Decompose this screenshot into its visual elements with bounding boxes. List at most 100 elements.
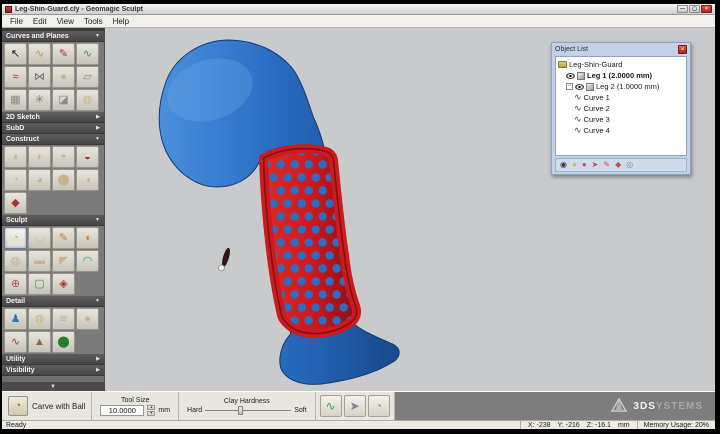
object-list-titlebar[interactable]: Object List × bbox=[552, 43, 690, 55]
draw-curve-tool-icon: ∿ bbox=[34, 47, 45, 60]
sphere-primitive-tool-button[interactable]: ● bbox=[52, 66, 75, 88]
coord-unit: mm bbox=[617, 421, 630, 429]
smooth-ball-tool-button[interactable]: ● bbox=[76, 308, 99, 330]
round-clay-tool-button[interactable]: ◓ bbox=[52, 146, 75, 168]
menu-help[interactable]: Help bbox=[108, 17, 134, 26]
pin-c-icon[interactable]: ◆ bbox=[615, 161, 621, 169]
pin-cursor-button[interactable]: ➤ bbox=[343, 395, 366, 417]
measure-tool-button[interactable]: ∿ bbox=[319, 395, 342, 417]
slider-thumb[interactable] bbox=[237, 405, 243, 415]
texture-ball-tool-button[interactable]: ◍ bbox=[28, 308, 51, 330]
section-plane-tool-button[interactable]: ◪ bbox=[52, 89, 75, 111]
inspect-icon[interactable]: ◎ bbox=[626, 161, 633, 169]
grid-plane-tool-button[interactable]: ▦ bbox=[4, 89, 27, 111]
section-sculpt[interactable]: Sculpt ▼ bbox=[2, 215, 104, 226]
ball-view-button[interactable]: ◔ bbox=[367, 395, 390, 417]
inflate-clay-tool-button[interactable]: ◕ bbox=[28, 169, 51, 191]
symmetry-tool-button[interactable]: ◈ bbox=[52, 273, 75, 295]
clay-hardness-slider[interactable] bbox=[205, 405, 292, 415]
add-clay-tool-button[interactable]: ◖ bbox=[4, 146, 27, 168]
tree-item-leg-shin-guard[interactable]: Leg-Shin-Guard bbox=[558, 59, 685, 70]
scrape-clay-tool-button[interactable]: ◤ bbox=[52, 250, 75, 272]
tree-item-curve-2[interactable]: ∿ Curve 2 bbox=[574, 103, 685, 114]
merge-clay-tool-button[interactable]: ⬤ bbox=[52, 169, 75, 191]
carve-tool-cursor[interactable] bbox=[218, 247, 231, 272]
toolbox-scroll-down[interactable]: ▼ bbox=[2, 382, 104, 391]
pin-a-icon[interactable]: ➤ bbox=[592, 161, 599, 169]
shin-guard-mesh[interactable] bbox=[259, 144, 362, 339]
tree-item-leg-1-2-0000-mm[interactable]: Leg 1 (2.0000 mm) bbox=[566, 70, 685, 81]
edit-curve-tool-button[interactable]: ✎ bbox=[52, 43, 75, 65]
tree-item-curve-4[interactable]: ∿ Curve 4 bbox=[574, 125, 685, 136]
pose-tool-button[interactable]: ♟ bbox=[4, 308, 27, 330]
brand-light: YSTEMS bbox=[655, 400, 703, 412]
merge-clay-tool-icon: ⬤ bbox=[57, 173, 70, 186]
section-construct[interactable]: Construct ▼ bbox=[2, 134, 104, 145]
ball-primitive-tool-button[interactable]: ◍ bbox=[76, 89, 99, 111]
menu-tools[interactable]: Tools bbox=[79, 17, 108, 26]
flatten-clay-tool-icon: ▬ bbox=[34, 254, 45, 267]
carve-with-ball-tool-button[interactable]: ◔ bbox=[4, 227, 27, 249]
tree-item-leg-2-1-0000-mm[interactable]: − Leg 2 (1.0000 mm) bbox=[566, 81, 685, 92]
section-subd[interactable]: SubD ▶ bbox=[2, 123, 104, 134]
flatten-clay-tool-button[interactable]: ▬ bbox=[28, 250, 51, 272]
stepper-up-icon[interactable]: ▲ bbox=[147, 404, 156, 410]
offset-clay-tool-icon: ◔ bbox=[12, 173, 19, 186]
inflate-clay-tool-icon: ◕ bbox=[36, 173, 43, 186]
section-utility[interactable]: Utility ▶ bbox=[2, 354, 104, 365]
add-sphere-tool-button[interactable]: ⊕ bbox=[4, 273, 27, 295]
chevron-right-icon: ▶ bbox=[96, 367, 100, 373]
plane-tool-button[interactable]: ▱ bbox=[76, 66, 99, 88]
cut-clay-tool-button[interactable]: ◒ bbox=[76, 146, 99, 168]
deform-clay-tool-button[interactable]: ◠ bbox=[76, 250, 99, 272]
hard-label: Hard bbox=[187, 406, 203, 414]
tree-item-label: Leg 2 (1.0000 mm) bbox=[596, 82, 660, 91]
tree-item-curve-3[interactable]: ∿ Curve 3 bbox=[574, 114, 685, 125]
mirror-curves-tool-button[interactable]: ⋈ bbox=[28, 66, 51, 88]
menu-edit[interactable]: Edit bbox=[28, 17, 52, 26]
select-tool-button[interactable]: ↖ bbox=[4, 43, 27, 65]
curve-snap-tool-button[interactable]: ✳ bbox=[28, 89, 51, 111]
offset-clay-tool-button[interactable]: ◔ bbox=[4, 169, 27, 191]
ridge-tool-button[interactable]: ▲ bbox=[28, 331, 51, 353]
visibility-eye-icon[interactable] bbox=[575, 83, 584, 90]
tool-size-group: Tool Size ▲ ▼ mm bbox=[92, 392, 180, 420]
section-2d-sketch[interactable]: 2D Sketch ▶ bbox=[2, 112, 104, 123]
menu-view[interactable]: View bbox=[52, 17, 79, 26]
plane-tool-icon: ▱ bbox=[83, 70, 92, 83]
offset-curve-tool-button[interactable]: ∿ bbox=[76, 43, 99, 65]
clay-yellow-icon[interactable]: ● bbox=[572, 161, 577, 169]
pin-b-icon[interactable]: ✎ bbox=[603, 161, 610, 169]
minimize-button[interactable]: — bbox=[677, 5, 688, 13]
3d-viewport[interactable]: Object List × Leg-Shin-Guard Leg 1 (2.000… bbox=[106, 28, 715, 391]
section-curves-and-planes[interactable]: Curves and Planes ▼ bbox=[2, 31, 104, 42]
emboss-ball-tool-button[interactable]: ◍ bbox=[4, 250, 27, 272]
extrude-clay-tool-button[interactable]: ◗ bbox=[28, 146, 51, 168]
select-clay-tool-button[interactable]: ▢ bbox=[28, 273, 51, 295]
tug-clay-tool-button[interactable]: ◖ bbox=[76, 227, 99, 249]
title-bar: Leg-Shin-Guard.cly - Geomagic Sculpt — ▢… bbox=[2, 4, 715, 15]
section-detail[interactable]: Detail ▼ bbox=[2, 296, 104, 307]
close-button[interactable]: × bbox=[701, 5, 712, 13]
collapse-icon[interactable]: − bbox=[566, 83, 573, 90]
hot-wax-tool-button[interactable]: ✎ bbox=[52, 227, 75, 249]
panel-close-button[interactable]: × bbox=[678, 44, 687, 54]
maximize-button[interactable]: ▢ bbox=[689, 5, 700, 13]
section-visibility[interactable]: Visibility ▶ bbox=[2, 365, 104, 376]
curve-detail-tool-button[interactable]: ∿ bbox=[4, 331, 27, 353]
clay-red-icon[interactable]: ● bbox=[582, 161, 587, 169]
draw-curve-tool-button[interactable]: ∿ bbox=[28, 43, 51, 65]
brand-bold: 3DS bbox=[633, 400, 656, 412]
stepper-down-icon[interactable]: ▼ bbox=[147, 410, 156, 416]
shell-clay-tool-button[interactable]: ◑ bbox=[76, 169, 99, 191]
sketch-curve-tool-button[interactable]: ≈ bbox=[4, 66, 27, 88]
tree-item-curve-1[interactable]: ∿ Curve 1 bbox=[574, 92, 685, 103]
tool-size-input[interactable] bbox=[100, 404, 145, 416]
eye-icon[interactable]: ◉ bbox=[560, 161, 567, 169]
wire-cut-tool-button[interactable]: ◆ bbox=[4, 192, 27, 214]
visibility-eye-icon[interactable] bbox=[566, 72, 575, 79]
menu-file[interactable]: File bbox=[5, 17, 28, 26]
wave-texture-tool-button[interactable]: ≋ bbox=[52, 308, 75, 330]
smooth-clay-tool-button[interactable]: ◡ bbox=[28, 227, 51, 249]
paint-tool-button[interactable]: ⬤ bbox=[52, 331, 75, 353]
